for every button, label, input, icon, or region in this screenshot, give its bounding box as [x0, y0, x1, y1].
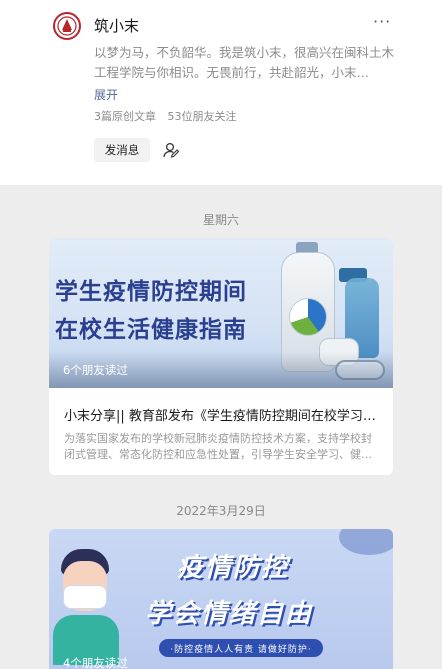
more-dots-icon[interactable]: ··· [373, 12, 391, 31]
send-message-button[interactable]: 发消息 [94, 138, 150, 162]
cover-title-line: 疫情防控 [177, 553, 290, 583]
friends-read-count: 6个朋友读过 [63, 363, 128, 377]
date-separator: 2022年3月29日 [176, 504, 266, 518]
account-profile: 筑小末 ··· 以梦为马，不负韶华。我是筑小末，很高兴在闽科土木工程学院与你相识… [0, 0, 442, 185]
person-follow-icon[interactable] [157, 138, 185, 162]
cover-title-line: 学生疫情防控期间 [55, 279, 247, 305]
friends-read-count: 4个朋友读过 [63, 656, 128, 669]
account-stats: 3篇原创文章 53位朋友关注 [94, 108, 237, 124]
account-bio: 以梦为马，不负韶华。我是筑小末，很高兴在闽科土木工程学院与你相识。无畏前行，共赴… [94, 45, 395, 80]
article-summary: 为落实国家发布的学校新冠肺炎疫情防控技术方案，支持学校封闭式管理、常态化防控和应… [64, 432, 372, 461]
article-title[interactable]: 小末分享|| 教育部发布《学生疫情防控期间在校学习生活健康指南》 [49, 388, 393, 424]
expand-link[interactable]: 展开 [94, 86, 118, 103]
cover-title-line: 在校生活健康指南 [55, 317, 247, 343]
cover-decoration [339, 529, 393, 555]
article-cover: 疫情防控 学会情绪自由 ·防控疫情人人有责 请做好防护· 4个朋友读过 [49, 529, 393, 669]
article-card[interactable]: 疫情防控 学会情绪自由 ·防控疫情人人有责 请做好防护· 4个朋友读过 [49, 529, 393, 669]
cover-title-line: 学会情绪自由 [145, 599, 314, 629]
account-name: 筑小末 [94, 17, 140, 35]
article-card[interactable]: 学生疫情防控期间 在校生活健康指南 6个朋友读过 小末分享|| 教育部发布《学生… [49, 238, 393, 475]
original-article-count: 3篇原创文章 [94, 110, 156, 123]
bottle-label-icon [289, 298, 327, 336]
masked-person-illustration [53, 549, 119, 665]
cover-slogan: ·防控疫情人人有责 请做好防护· [159, 639, 323, 657]
article-cover: 学生疫情防控期间 在校生活健康指南 6个朋友读过 [49, 238, 393, 388]
friends-follow-count: 53位朋友关注 [167, 110, 237, 123]
logo-icon [57, 16, 77, 36]
account-avatar[interactable] [53, 12, 81, 40]
date-separator: 星期六 [202, 213, 239, 227]
